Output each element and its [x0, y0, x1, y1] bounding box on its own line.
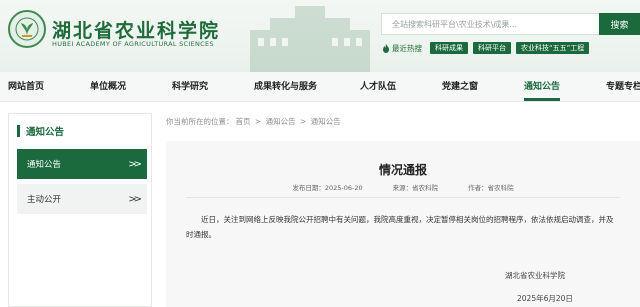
- fire-icon: [383, 43, 389, 53]
- breadcrumb-separator: >: [254, 117, 262, 126]
- hot-search-text: 最近热搜: [392, 43, 422, 53]
- nav-item-research[interactable]: 科学研究: [172, 72, 208, 102]
- sidebar: 通知公告 通知公告 >> 主动公开 >>: [8, 113, 152, 307]
- logo-title[interactable]: 湖北省农业科学院: [52, 16, 220, 43]
- sidebar-item-label: 主动公开: [27, 195, 62, 205]
- article-title: 情况通报: [378, 163, 427, 177]
- logo-emblem-icon[interactable]: [8, 10, 46, 48]
- article-author: 作者：省农科院: [468, 184, 514, 192]
- sidebar-title-marker: [17, 125, 20, 137]
- sidebar-item-label: 通知公告: [27, 160, 62, 170]
- nav-item-transfer[interactable]: 成果转化与服务: [254, 72, 317, 102]
- nav-item-talent[interactable]: 人才队伍: [360, 72, 396, 102]
- nav-item-topics[interactable]: 专题专栏: [606, 72, 640, 102]
- sidebar-item-disclosure[interactable]: 主动公开 >>: [17, 184, 147, 214]
- breadcrumb-prefix: 你当前所在的位置：: [166, 117, 234, 126]
- double-chevron-right-icon: >>: [128, 158, 142, 170]
- breadcrumb: 你当前所在的位置： 首页 > 通知公告 > 通知公告: [166, 116, 343, 127]
- site-header: 湖北省农业科学院 HUBEI ACADEMY OF AGRICULTURAL S…: [0, 0, 640, 72]
- sidebar-title: 通知公告: [26, 127, 65, 138]
- hot-search-bar: 最近热搜 科研成果 科研平台 农业科技“五五”工程: [382, 41, 594, 55]
- article-source: 来源：省农科院: [392, 184, 439, 192]
- building-illustration: [250, 6, 370, 72]
- breadcrumb-notices[interactable]: 通知公告: [266, 117, 296, 126]
- nav-item-party[interactable]: 党建之窗: [442, 72, 478, 102]
- nav-item-overview[interactable]: 单位概况: [90, 72, 126, 102]
- article-date: 发布日期：2025-06-20: [292, 184, 363, 192]
- article-body: 近日，关注到网络上反映我院公开招聘中有关问题，我院高度重视，决定暂停相关岗位的招…: [186, 215, 614, 239]
- article-meta: 发布日期：2025-06-20 来源：省农科院 作者：省农科院: [166, 182, 640, 192]
- search-input[interactable]: [381, 13, 599, 35]
- sidebar-header: 通知公告: [17, 122, 64, 140]
- breadcrumb-current[interactable]: 通知公告: [311, 117, 341, 126]
- article-sign-date: 2025年6月20日: [517, 294, 573, 303]
- article-signature: 湖北省农业科学院: [505, 271, 565, 280]
- nav-active-indicator: [524, 98, 560, 101]
- article-panel: 情况通报 发布日期：2025-06-20 来源：省农科院 作者：省农科院 近日，…: [166, 141, 640, 307]
- search-button[interactable]: 搜索: [599, 13, 640, 35]
- logo-subtitle: HUBEI ACADEMY OF AGRICULTURAL SCIENCES: [52, 40, 214, 48]
- hot-tag-research-results[interactable]: 科研成果: [430, 42, 468, 54]
- sidebar-item-notices[interactable]: 通知公告 >>: [17, 149, 147, 179]
- hot-search-label: 最近热搜: [382, 43, 422, 54]
- hot-tag-wuwu-project[interactable]: 农业科技“五五”工程: [516, 42, 590, 54]
- nav-item-home[interactable]: 网站首页: [8, 72, 44, 102]
- divider: [186, 197, 620, 198]
- breadcrumb-separator: >: [299, 117, 307, 126]
- breadcrumb-home[interactable]: 首页: [236, 117, 251, 126]
- double-chevron-right-icon: >>: [128, 193, 142, 205]
- hot-tag-research-platform[interactable]: 科研平台: [473, 42, 511, 54]
